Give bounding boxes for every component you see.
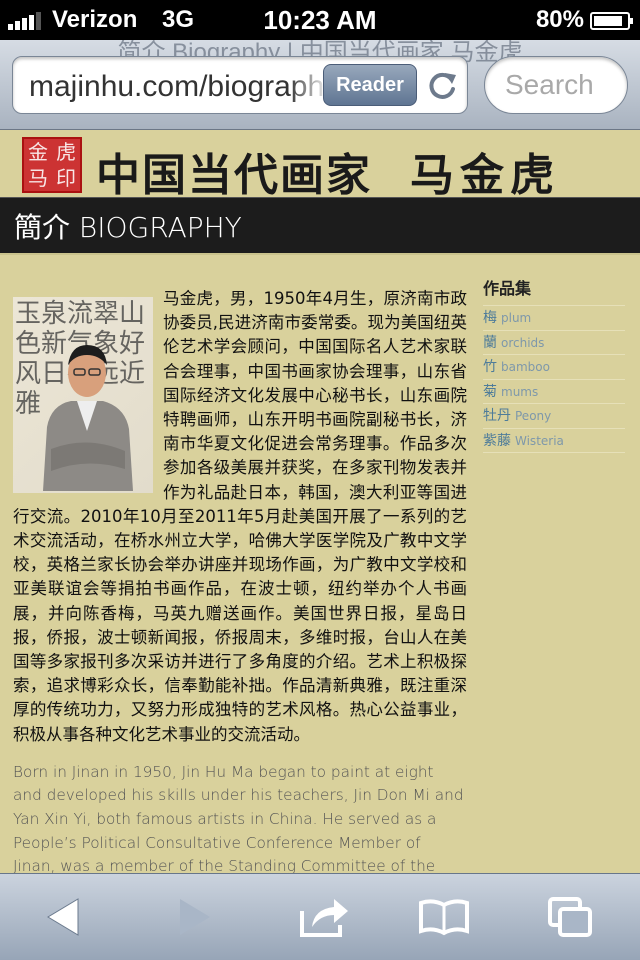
back-arrow-icon: [47, 898, 79, 936]
works-item-mums[interactable]: 菊 mums: [483, 380, 625, 404]
browser-bottom-toolbar: [0, 873, 640, 960]
forward-arrow-icon: [180, 899, 210, 935]
works-list: 梅 plum 蘭 orchids 竹 bamboo 菊 mums 牡丹 Peony 紫藤 W…: [483, 306, 625, 453]
person-figure: [43, 345, 133, 491]
bookmarks-button[interactable]: [414, 892, 474, 942]
artist-name: 马金虎: [410, 150, 560, 201]
section-title: 簡介 BIOGRAPHY: [14, 206, 242, 246]
biography-english: Born in Jinan in 1950, Jin Hu Ma began t…: [13, 762, 464, 873]
biography-article: 玉泉流翠山色新气象好风日夜远近雅 马金虎，男，1950年4月生，原济南市政协委员…: [13, 287, 467, 873]
back-button[interactable]: [34, 892, 94, 942]
share-icon: [300, 899, 348, 937]
section-header: 簡介 BIOGRAPHY: [0, 197, 640, 253]
works-sidebar: 作品集 梅 plum 蘭 orchids 竹 bamboo 菊 mums 牡丹 Peony…: [483, 275, 625, 453]
works-title: 作品集: [483, 275, 625, 306]
status-bar: Verizon 3G 10:23 AM 80%: [0, 0, 640, 40]
section-title-en: BIOGRAPHY: [78, 211, 242, 244]
reload-icon[interactable]: [425, 69, 459, 103]
works-item-orchids[interactable]: 蘭 orchids: [483, 331, 625, 355]
bookmarks-book-icon: [419, 899, 469, 936]
section-title-cn: 簡介: [14, 211, 71, 244]
artist-portrait: 玉泉流翠山色新气象好风日夜远近雅: [13, 297, 153, 493]
url-text[interactable]: majinhu.com/biography: [29, 70, 329, 104]
site-header: 金虎 马印 中国当代画家 马金虎: [0, 131, 640, 201]
address-bar[interactable]: majinhu.com/biography Reader: [12, 56, 468, 114]
share-button[interactable]: [294, 892, 354, 942]
works-item-wisteria[interactable]: 紫藤 Wisteria: [483, 429, 625, 453]
works-item-plum[interactable]: 梅 plum: [483, 306, 625, 331]
main-content: 玉泉流翠山色新气象好风日夜远近雅 马金虎，男，1950年4月生，原济南市政协委员…: [0, 253, 640, 873]
search-input[interactable]: [505, 69, 620, 101]
site-title[interactable]: 中国当代画家: [96, 139, 372, 203]
browser-toolbar: 简介 Biography | 中国当代画家 马金虎 majinhu.com/bi…: [0, 40, 640, 130]
tabs-button[interactable]: [540, 892, 600, 942]
reader-button[interactable]: Reader: [323, 64, 417, 106]
artist-seal-logo: 金虎 马印: [22, 137, 82, 193]
forward-button[interactable]: [164, 892, 224, 942]
search-field[interactable]: [484, 56, 628, 114]
tabs-pages-icon: [548, 897, 592, 937]
works-item-bamboo[interactable]: 竹 bamboo: [483, 355, 625, 380]
battery-percentage: 80%: [535, 6, 584, 33]
works-item-peony[interactable]: 牡丹 Peony: [483, 404, 625, 429]
battery-icon: [590, 12, 633, 30]
